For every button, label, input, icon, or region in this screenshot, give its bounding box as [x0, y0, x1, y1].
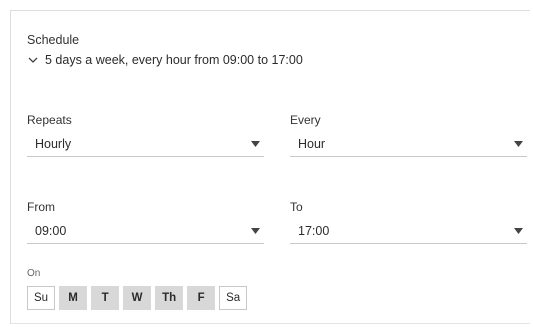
repeats-value: Hourly: [35, 136, 72, 151]
from-value: 09:00: [35, 223, 67, 238]
from-select[interactable]: 09:00: [27, 218, 264, 244]
day-toggle-tuesday[interactable]: T: [91, 286, 120, 310]
every-label: Every: [290, 113, 321, 127]
caret-down-icon: [514, 227, 523, 234]
days-label: On: [27, 268, 41, 279]
from-label: From: [27, 200, 55, 214]
to-label: To: [290, 200, 303, 214]
caret-down-icon: [514, 140, 523, 147]
day-toggle-thursday[interactable]: Th: [155, 286, 184, 310]
schedule-title: Schedule: [27, 33, 80, 47]
caret-down-icon: [251, 227, 260, 234]
repeats-select[interactable]: Hourly: [27, 131, 264, 157]
to-select[interactable]: 17:00: [290, 218, 527, 244]
repeats-label: Repeats: [27, 113, 72, 127]
day-toggle-friday[interactable]: F: [187, 286, 216, 310]
caret-down-icon: [251, 140, 260, 147]
day-toggle-sunday[interactable]: Su: [27, 286, 56, 310]
every-value: Hour: [298, 136, 326, 151]
chevron-down-icon: [28, 57, 38, 63]
schedule-summary-text: 5 days a week, every hour from 09:00 to …: [45, 53, 303, 67]
day-toggle-saturday[interactable]: Sa: [219, 286, 248, 310]
day-toggle-wednesday[interactable]: W: [123, 286, 152, 310]
every-select[interactable]: Hour: [290, 131, 527, 157]
schedule-summary-toggle[interactable]: 5 days a week, every hour from 09:00 to …: [27, 53, 303, 67]
to-value: 17:00: [298, 223, 330, 238]
day-toggle-monday[interactable]: M: [59, 286, 88, 310]
schedule-panel: Schedule 5 days a week, every hour from …: [10, 10, 530, 324]
day-picker: Su M T W Th F Sa: [27, 286, 248, 310]
